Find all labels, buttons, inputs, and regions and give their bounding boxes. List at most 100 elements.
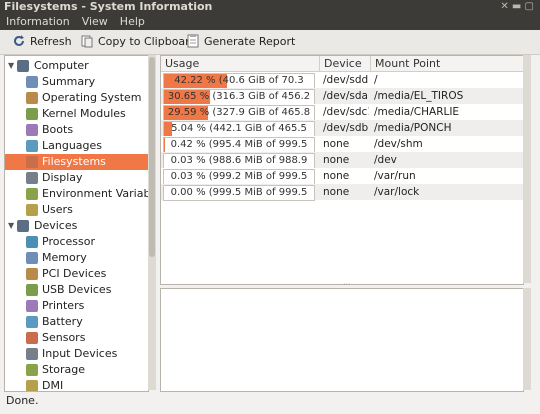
device-cell: none (323, 170, 350, 182)
usage-text: 0.03 % (988.6 MiB of 988.9 MiB) (170, 155, 308, 166)
sidebar-item-battery[interactable]: Battery (5, 314, 148, 330)
language-icon (26, 140, 38, 152)
sidebar-item-pci-devices[interactable]: PCI Devices (5, 266, 148, 282)
copy-label: Copy to Clipboard (98, 35, 197, 48)
usage-text: 0.42 % (995.4 MiB of 999.5 MiB) (170, 139, 308, 150)
column-header-usage[interactable]: Usage (161, 56, 323, 72)
details-scrollbar[interactable] (523, 288, 531, 390)
window-title: Filesystems - System Information (4, 0, 213, 13)
sidebar-item-memory[interactable]: Memory (5, 250, 148, 266)
copy-to-clipboard-button[interactable]: Copy to Clipboard (80, 33, 196, 51)
sidebar-item-processor[interactable]: Processor (5, 234, 148, 250)
summary-icon (26, 76, 38, 88)
pane-splitter[interactable]: ··· (343, 281, 353, 289)
sidebar-item-label: Users (42, 203, 73, 216)
module-icon (26, 108, 38, 120)
usage-bar: 42.22 % (40.6 GiB of 70.3 GiB) (163, 73, 315, 89)
expander-icon[interactable]: ▼ (8, 58, 14, 74)
usage-text: 42.22 % (40.6 GiB of 70.3 GiB) (174, 75, 304, 86)
pci-icon (26, 268, 38, 280)
generate-report-button[interactable]: Generate Report (186, 33, 295, 51)
sidebar-item-label: Languages (42, 139, 103, 152)
sidebar-item-environment-variables[interactable]: Environment Variables (5, 186, 148, 202)
status-bar: Done. (0, 393, 540, 409)
sensor-icon (26, 332, 38, 344)
menu-help[interactable]: Help (114, 14, 151, 30)
mount-point-cell: /media/EL_TIROS (374, 90, 464, 102)
sidebar-item-label: DMI (42, 379, 64, 392)
sidebar-item-operating-system[interactable]: Operating System (5, 90, 148, 106)
sidebar-item-display[interactable]: Display (5, 170, 148, 186)
device-cell: none (323, 154, 350, 166)
usage-bar: 0.03 % (988.6 MiB of 988.9 MiB) (163, 153, 315, 169)
sidebar-item-users[interactable]: Users (5, 202, 148, 218)
title-bar: Filesystems - System Information ✕ ▬ ▢ (0, 0, 540, 14)
mount-point-cell: /var/run (374, 170, 416, 182)
users-icon (26, 204, 38, 216)
refresh-icon (14, 35, 24, 46)
sidebar-tree[interactable]: ▼ Computer Summary Operating System Kernel M… (4, 55, 149, 392)
mount-point-cell: /var/lock (374, 186, 420, 198)
details-pane (160, 288, 524, 392)
window-controls[interactable]: ✕ ▬ ▢ (500, 1, 534, 13)
sidebar-item-filesystems[interactable]: Filesystems (5, 154, 148, 170)
processor-icon (26, 236, 38, 248)
sidebar-item-label: Boots (42, 123, 74, 136)
sidebar-item-summary[interactable]: Summary (5, 74, 148, 90)
sidebar-item-sensors[interactable]: Sensors (5, 330, 148, 346)
device-cell: /dev/sdc1 (323, 106, 369, 118)
sidebar-item-usb-devices[interactable]: USB Devices (5, 282, 148, 298)
mount-point-cell: /media/PONCH (374, 122, 452, 134)
table-scrollbar[interactable] (523, 55, 531, 283)
sidebar-scrollbar[interactable] (148, 55, 156, 390)
usage-bar: 0.03 % (999.2 MiB of 999.5 MiB) (163, 169, 315, 185)
sidebar-item-label: PCI Devices (42, 267, 107, 280)
device-cell: /dev/sdb1 (323, 122, 369, 134)
sidebar-item-storage[interactable]: Storage (5, 362, 148, 378)
usage-bar: 30.65 % (316.3 GiB of 456.2 GiB) (163, 89, 315, 105)
refresh-button[interactable]: Refresh (12, 33, 72, 51)
sidebar-item-label: Operating System (42, 91, 142, 104)
sidebar-item-label: Sensors (42, 331, 86, 344)
device-cell: /dev/sda1 (323, 90, 369, 102)
sidebar-scroll-thumb[interactable] (149, 57, 155, 257)
mount-point-cell: /dev/shm (374, 138, 423, 150)
sidebar-group-devices[interactable]: ▼ Devices (5, 218, 148, 234)
usb-icon (26, 284, 38, 296)
usage-text: 0.03 % (999.2 MiB of 999.5 MiB) (170, 171, 308, 182)
sidebar-item-label: Storage (42, 363, 86, 376)
column-header-mount-point[interactable]: Mount Point (370, 56, 523, 72)
report-label: Generate Report (204, 35, 296, 48)
usage-bar: 0.00 % (999.5 MiB of 999.5 MiB) (163, 185, 315, 201)
sidebar-group-label: Devices (34, 219, 78, 232)
sidebar-item-boots[interactable]: Boots (5, 122, 148, 138)
column-header-device[interactable]: Device (319, 56, 374, 72)
sidebar-item-label: Input Devices (42, 347, 118, 360)
menu-bar: Information View Help (0, 14, 540, 30)
menu-information[interactable]: Information (0, 14, 76, 30)
mount-point-cell: /dev (374, 154, 397, 166)
device-cell: none (323, 186, 350, 198)
sidebar-item-label: Filesystems (42, 155, 106, 168)
filesystems-table: Usage Device Mount Point 42.22 % (40.6 G… (160, 55, 524, 285)
storage-icon (26, 364, 38, 376)
mount-point-cell: /media/CHARLIE (374, 106, 460, 118)
sidebar-item-kernel-modules[interactable]: Kernel Modules (5, 106, 148, 122)
sidebar-item-printers[interactable]: Printers (5, 298, 148, 314)
window: Filesystems - System Information ✕ ▬ ▢ I… (0, 0, 540, 414)
menu-view[interactable]: View (76, 14, 114, 30)
display-icon (26, 172, 38, 184)
sidebar-item-dmi[interactable]: DMI (5, 378, 148, 392)
sidebar-group-label: Computer (34, 59, 89, 72)
expander-icon[interactable]: ▼ (8, 218, 14, 234)
boot-icon (26, 124, 38, 136)
sidebar-group-computer[interactable]: ▼ Computer (5, 58, 148, 74)
clipboard-icon (81, 35, 93, 48)
sidebar-item-label: Summary (42, 75, 96, 88)
sidebar-item-input-devices[interactable]: Input Devices (5, 346, 148, 362)
sidebar-item-label: Battery (42, 315, 83, 328)
sidebar-item-label: Processor (42, 235, 95, 248)
usage-text: 30.65 % (316.3 GiB of 456.2 GiB) (167, 91, 311, 102)
sidebar-item-languages[interactable]: Languages (5, 138, 148, 154)
input-icon (26, 348, 38, 360)
